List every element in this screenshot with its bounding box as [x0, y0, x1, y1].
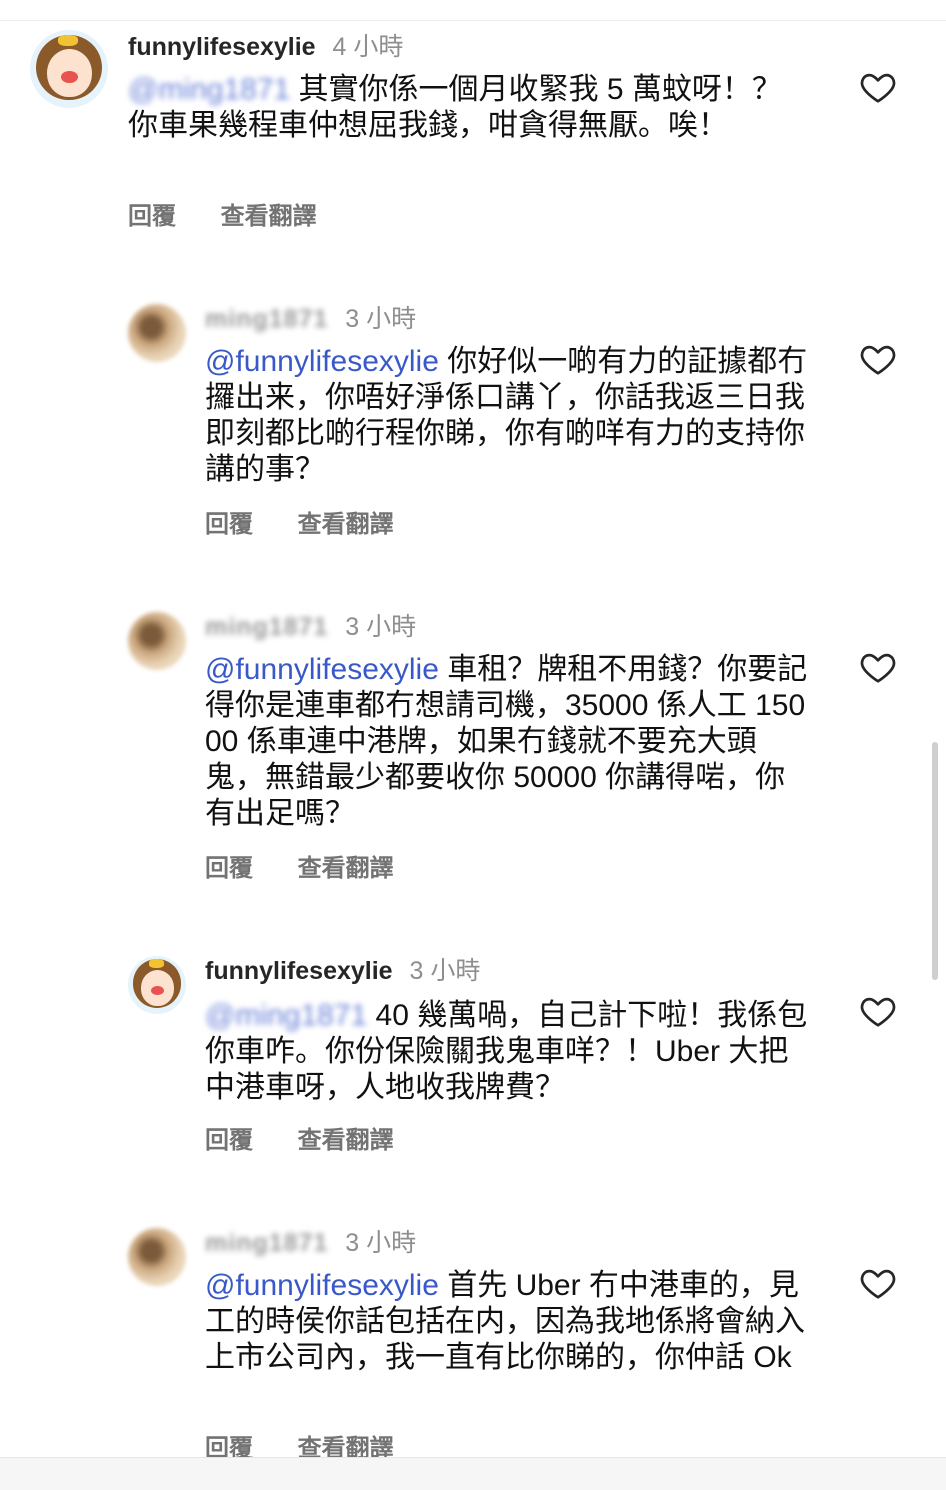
comment-username[interactable]: ming1871: [205, 1228, 328, 1258]
reply-button[interactable]: 回覆: [128, 203, 176, 230]
like-heart-icon[interactable]: [858, 340, 898, 378]
see-translation-button[interactable]: 查看翻譯: [298, 1127, 394, 1154]
see-translation-button[interactable]: 查看翻譯: [298, 511, 394, 538]
reply-button[interactable]: 回覆: [205, 511, 253, 538]
like-heart-icon[interactable]: [858, 68, 898, 106]
comment-text: @funnylifesexylie 你好似一啲有力的証據都冇攞出来，你唔好淨係口…: [205, 344, 815, 488]
comment-time: 3 小時: [409, 957, 481, 985]
comment-text: @funnylifesexylie 車租？牌租不用錢？你要記得你是連車都冇想請司…: [205, 652, 815, 832]
blurred-photo-avatar[interactable]: [128, 1228, 186, 1286]
comment-time: 4 小時: [332, 33, 404, 61]
comment-time: 3 小時: [345, 613, 417, 641]
reply-button[interactable]: 回覆: [205, 1127, 253, 1154]
like-heart-icon[interactable]: [858, 648, 898, 686]
cartoon-girl-avatar[interactable]: [128, 956, 186, 1014]
bottom-bar: [0, 1457, 946, 1490]
comment-text: @ming1871 40 幾萬喎，自己計下啦！我係包你車咋。你份保險關我鬼車咩？…: [205, 998, 815, 1106]
comment-text: @ming1871 其實你係一個月收緊我 5 萬蚊呀！？你車果幾程車仲想屈我錢，…: [128, 72, 808, 144]
comment-time: 3 小時: [345, 305, 417, 333]
blurred-photo-avatar[interactable]: [128, 304, 186, 362]
top-divider: [0, 20, 946, 21]
see-translation-button[interactable]: 查看翻譯: [221, 203, 317, 230]
comment-mention[interactable]: @ming1871: [128, 72, 290, 108]
comment-text: @funnylifesexylie 首先 Uber 冇中港車的，見工的時侯你話包…: [205, 1268, 815, 1376]
comment-time: 3 小時: [345, 1229, 417, 1257]
comment-mention[interactable]: @funnylifesexylie: [205, 1269, 439, 1302]
cartoon-girl-avatar[interactable]: [30, 30, 108, 108]
blurred-photo-avatar[interactable]: [128, 612, 186, 670]
comment-mention[interactable]: @ming1871: [205, 998, 367, 1034]
comment-username[interactable]: ming1871: [205, 304, 328, 334]
comment-mention[interactable]: @funnylifesexylie: [205, 345, 439, 378]
comment-mention[interactable]: @funnylifesexylie: [205, 653, 439, 686]
like-heart-icon[interactable]: [858, 992, 898, 1030]
comment-username[interactable]: ming1871: [205, 612, 328, 642]
comment-username[interactable]: funnylifesexylie: [205, 957, 393, 985]
see-translation-button[interactable]: 查看翻譯: [298, 855, 394, 882]
comment-username[interactable]: funnylifesexylie: [128, 33, 316, 61]
like-heart-icon[interactable]: [858, 1264, 898, 1302]
reply-button[interactable]: 回覆: [205, 855, 253, 882]
scrollbar[interactable]: [932, 742, 938, 980]
